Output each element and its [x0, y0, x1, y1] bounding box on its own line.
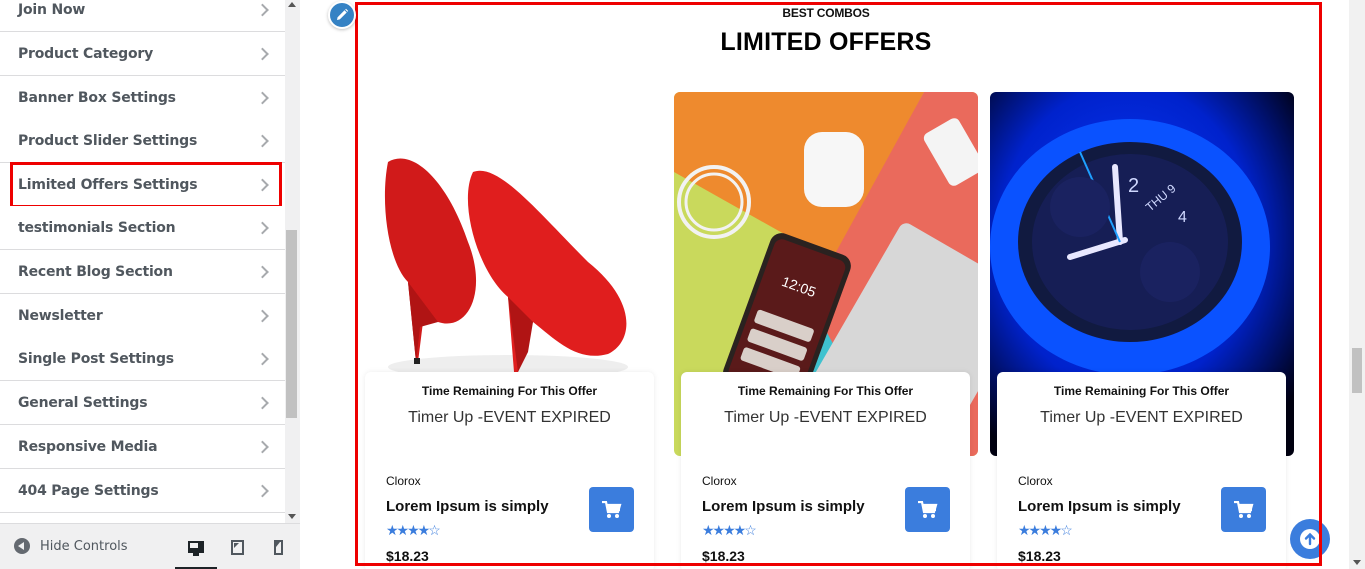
sidebar-item-label: General Settings: [18, 394, 148, 411]
chevron-right-icon: [256, 352, 269, 365]
sidebar-item-label: Single Post Settings: [18, 350, 174, 367]
product-brand: Clorox: [702, 474, 737, 488]
preview-scrollbar[interactable]: [1349, 0, 1365, 569]
tablet-icon: [230, 539, 244, 555]
star-rating: ★★★★☆: [702, 522, 757, 538]
sidebar-item-testimonials-section[interactable]: testimonials Section: [0, 206, 285, 250]
chevron-right-icon: [256, 484, 269, 497]
sidebar-item-limited-offers-settings[interactable]: Limited Offers Settings: [10, 162, 282, 208]
product-card: Time Remaining For This Offer Timer Up -…: [365, 372, 654, 569]
product-price: $18.23: [386, 548, 429, 564]
hide-controls-button[interactable]: Hide Controls: [14, 538, 128, 554]
sidebar-item-banner-box-settings[interactable]: Banner Box Settings: [0, 76, 285, 120]
chevron-right-icon: [256, 91, 269, 104]
customizer-section-list: Join Now Product Category Banner Box Set…: [0, 0, 285, 523]
section-title: LIMITED OFFERS: [720, 28, 932, 56]
sidebar-item-recent-blog-section[interactable]: Recent Blog Section: [0, 250, 285, 294]
mobile-icon: [273, 539, 283, 555]
chevron-right-icon: [256, 440, 269, 453]
offer-timer-value: Timer Up -EVENT EXPIRED: [724, 409, 927, 426]
star-rating: ★★★★☆: [386, 522, 441, 538]
scroll-down-arrow-icon[interactable]: [288, 514, 296, 519]
add-to-cart-button[interactable]: [1221, 487, 1266, 532]
scroll-down-arrow-icon[interactable]: [1353, 560, 1361, 565]
sidebar-item-404-page-settings[interactable]: 404 Page Settings: [0, 469, 285, 513]
chevron-right-icon: [256, 178, 269, 191]
customizer-footer: Hide Controls: [0, 523, 300, 569]
chevron-right-icon: [256, 3, 269, 16]
edit-section-shortcut[interactable]: [328, 1, 356, 29]
sidebar-item-label: Recent Blog Section: [18, 263, 173, 280]
hide-controls-label: Hide Controls: [40, 538, 128, 554]
sidebar-item-responsive-media[interactable]: Responsive Media: [0, 425, 285, 469]
sidebar-item-general-settings[interactable]: General Settings: [0, 381, 285, 425]
chevron-right-icon: [256, 221, 269, 234]
sidebar-item-label: Product Slider Settings: [18, 132, 198, 149]
back-to-top-button[interactable]: [1290, 519, 1330, 559]
offer-timer-value: Timer Up -EVENT EXPIRED: [1040, 409, 1243, 426]
sidebar-item-label: testimonials Section: [18, 219, 176, 236]
sidebar-item-label: 404 Page Settings: [18, 482, 159, 499]
arrow-up-icon: [1300, 529, 1320, 549]
offer-timer-value: Timer Up -EVENT EXPIRED: [408, 409, 611, 426]
offer-timer-label: Time Remaining For This Offer: [737, 384, 914, 398]
svg-text:4: 4: [1178, 209, 1187, 226]
scroll-up-arrow-icon[interactable]: [288, 2, 296, 7]
cart-icon: [917, 500, 937, 518]
product-card: Time Remaining For This Offer Timer Up -…: [997, 372, 1286, 569]
chevron-right-icon: [256, 309, 269, 322]
sidebar-item-label: Product Category: [18, 45, 154, 62]
sidebar-scrollbar-thumb[interactable]: [286, 230, 297, 418]
product-brand: Clorox: [386, 474, 421, 488]
preview-desktop-button[interactable]: [175, 534, 217, 569]
cart-icon: [601, 500, 621, 518]
desktop-icon: [188, 541, 204, 556]
sidebar-item-label: Banner Box Settings: [18, 89, 176, 106]
section-subtitle: BEST COMBOS: [782, 6, 870, 20]
sidebar-item-label: Responsive Media: [18, 438, 158, 455]
product-brand: Clorox: [1018, 474, 1053, 488]
customizer-sidebar: Join Now Product Category Banner Box Set…: [0, 0, 300, 569]
preview-scrollbar-thumb[interactable]: [1352, 348, 1362, 393]
preview-tablet-button[interactable]: [224, 534, 250, 560]
chevron-right-icon: [256, 265, 269, 278]
sidebar-item-label: Join Now: [18, 1, 86, 18]
product-price: $18.23: [702, 548, 745, 564]
chevron-right-icon: [256, 396, 269, 409]
add-to-cart-button[interactable]: [589, 487, 634, 532]
star-rating: ★★★★☆: [1018, 522, 1073, 538]
product-price: $18.23: [1018, 548, 1061, 564]
offer-timer-label: Time Remaining For This Offer: [421, 384, 598, 398]
sidebar-item-join-now[interactable]: Join Now: [0, 0, 285, 32]
svg-text:2: 2: [1128, 175, 1139, 197]
collapse-arrow-icon: [14, 538, 30, 554]
product-name[interactable]: Lorem Ipsum is simply: [386, 498, 549, 515]
sidebar-item-newsletter[interactable]: Newsletter: [0, 294, 285, 338]
offer-timer-label: Time Remaining For This Offer: [1053, 384, 1230, 398]
sidebar-item-product-category[interactable]: Product Category: [0, 32, 285, 76]
product-card: Time Remaining For This Offer Timer Up -…: [681, 372, 970, 569]
product-name[interactable]: Lorem Ipsum is simply: [1018, 498, 1181, 515]
chevron-right-icon: [256, 134, 269, 147]
product-name[interactable]: Lorem Ipsum is simply: [702, 498, 865, 515]
add-to-cart-button[interactable]: [905, 487, 950, 532]
chevron-right-icon: [256, 47, 269, 60]
cart-icon: [1233, 500, 1253, 518]
preview-mobile-button[interactable]: [265, 534, 291, 560]
sidebar-item-label: Newsletter: [18, 307, 103, 324]
sidebar-scrollbar[interactable]: [285, 0, 300, 523]
sidebar-item-single-post-settings[interactable]: Single Post Settings: [0, 337, 285, 381]
pencil-icon: [337, 8, 349, 20]
sidebar-item-product-slider-settings[interactable]: Product Slider Settings: [0, 119, 285, 163]
sidebar-item-label: Limited Offers Settings: [18, 176, 198, 193]
